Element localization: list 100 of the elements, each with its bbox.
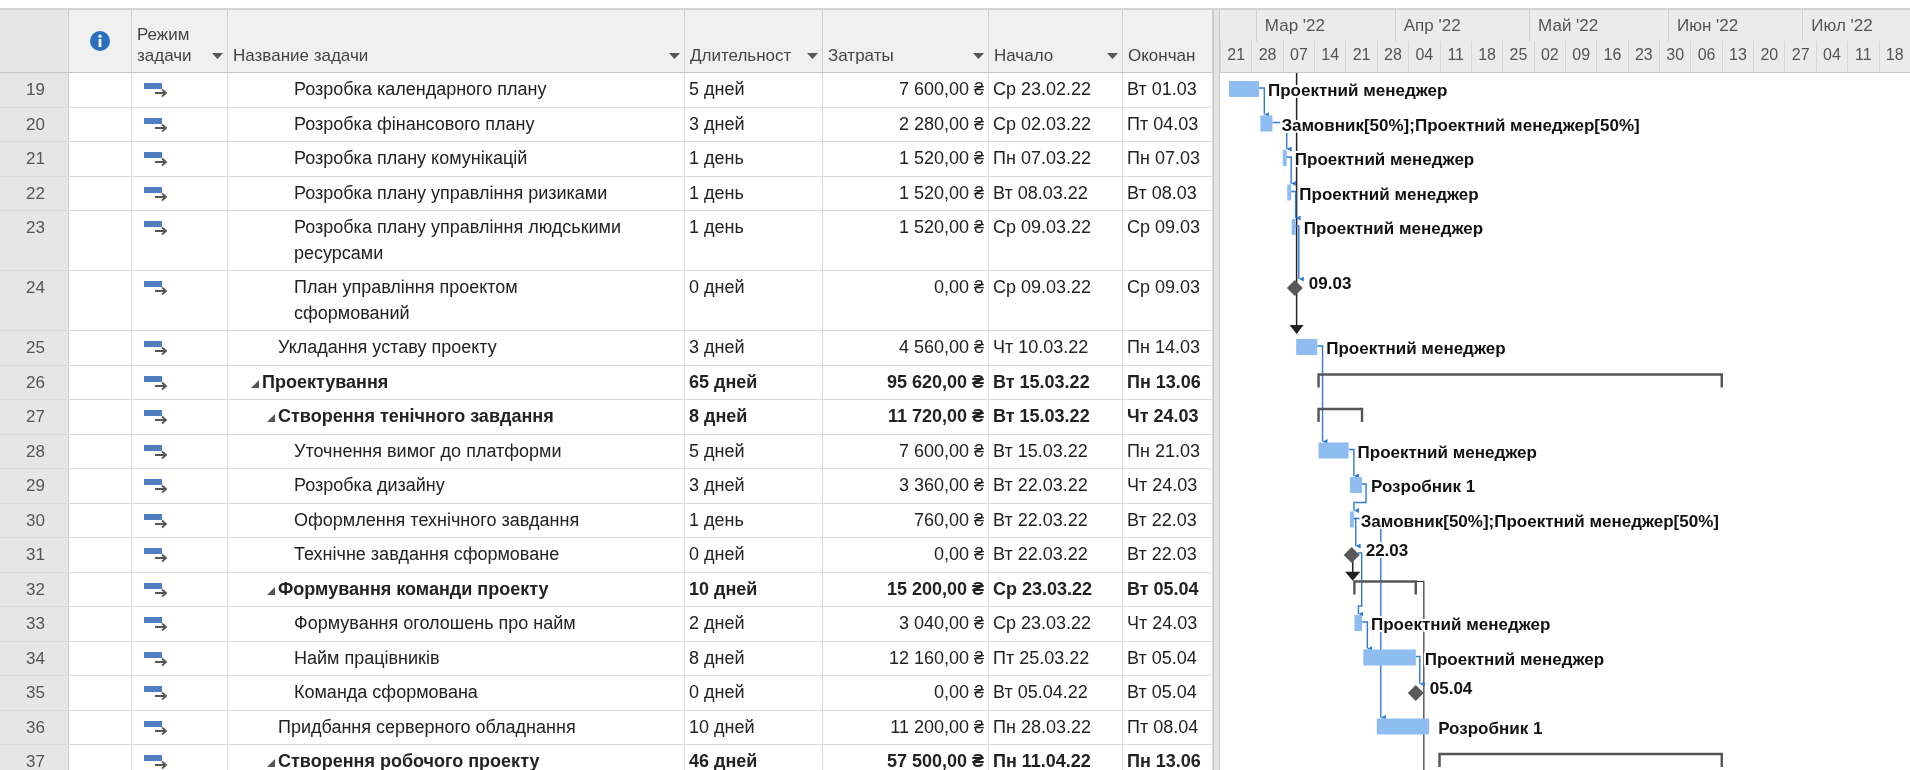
- start-date-cell: Пн 07.03.22: [989, 142, 1123, 176]
- start-date-cell: Ср 23.02.22: [989, 73, 1123, 107]
- timescale-week: 27: [1784, 41, 1816, 72]
- timescale-week: 07: [1282, 41, 1315, 72]
- task-bar[interactable]: [1349, 511, 1354, 528]
- cost-cell: 1 520,00 ₴: [823, 176, 989, 210]
- column-header[interactable]: Затраты: [823, 10, 989, 72]
- task-bar[interactable]: [1318, 442, 1349, 459]
- arrow-head-icon: [1289, 325, 1304, 334]
- summary-bar[interactable]: [1317, 373, 1723, 388]
- task-name: Створення робочого проекту: [278, 750, 540, 770]
- task-name: Розробка плану комунікацій: [294, 147, 528, 170]
- task-name: Оформлення технічного завдання: [294, 508, 580, 532]
- task-name: Найм працівників: [294, 646, 440, 670]
- duration-cell: 1 день: [685, 211, 823, 270]
- task-name: Технічне завдання сформоване: [294, 543, 560, 566]
- row-number: 26: [0, 365, 69, 399]
- timescale-week: 04: [1815, 41, 1848, 72]
- start-date-cell: Вт 22.03.22: [989, 538, 1123, 572]
- timescale-week: 06: [1690, 41, 1722, 72]
- start-date-cell: Пт 25.03.22: [989, 641, 1123, 675]
- task-name: Розробка плану управління людськими ресурсами: [294, 216, 622, 265]
- start-date-cell: Вт 05.04.22: [989, 676, 1123, 710]
- cost-cell: 1 520,00 ₴: [823, 211, 989, 270]
- milestone-diamond[interactable]: [1343, 547, 1360, 563]
- task-bar[interactable]: [1363, 649, 1416, 666]
- timescale-week: 04: [1408, 41, 1440, 72]
- row-number: 24: [0, 271, 69, 330]
- start-date-cell: Ср 23.03.22: [989, 572, 1123, 606]
- task-bar[interactable]: [1354, 615, 1362, 631]
- task-name: Придбання серверного обладнання: [278, 715, 576, 739]
- summary-bar[interactable]: [1438, 752, 1723, 767]
- column-header[interactable]: Название задачи: [228, 10, 685, 72]
- start-date-cell: Пн 11.04.22: [989, 745, 1123, 770]
- resource-label: Замовник[50%];Проектний менеджер[50%]: [1360, 511, 1719, 531]
- timescale-week: 28: [1251, 41, 1283, 72]
- duration-cell: 1 день: [685, 503, 823, 537]
- column-header[interactable]: Длительност: [685, 10, 823, 72]
- task-bar[interactable]: [1349, 477, 1362, 493]
- resource-label: Проектний менеджер: [1424, 649, 1605, 669]
- task-bar[interactable]: [1291, 219, 1296, 235]
- duration-cell: 3 дней: [685, 331, 823, 365]
- milestone-diamond[interactable]: [1286, 280, 1303, 296]
- summary-bar[interactable]: [1353, 580, 1417, 595]
- start-date-cell: Вт 15.03.22: [989, 400, 1123, 434]
- row-number: 36: [0, 710, 69, 744]
- task-bar[interactable]: [1282, 150, 1287, 166]
- pane-splitter[interactable]: [1213, 10, 1220, 770]
- resource-label: Проектний менеджер: [1299, 184, 1479, 204]
- task-name: Уточнення вимог до платформи: [294, 439, 562, 463]
- start-date-cell: Ср 23.03.22: [989, 607, 1123, 641]
- dependency-arrow: [1353, 483, 1367, 513]
- timescale-month: Мар '22: [1255, 10, 1395, 41]
- resource-label: Проектний менеджер: [1303, 219, 1484, 238]
- collapse-triangle-icon[interactable]: [265, 413, 276, 423]
- timescale-week: 11: [1439, 41, 1471, 72]
- task-name: Створення тенічного завдання: [278, 405, 554, 428]
- task-bar[interactable]: [1296, 339, 1318, 355]
- duration-cell: 5 дней: [685, 73, 823, 107]
- column-header[interactable]: Начало: [989, 10, 1123, 72]
- row-number: 32: [0, 572, 69, 606]
- dependency-arrow: [1258, 87, 1270, 117]
- timescale-week: 25: [1502, 41, 1534, 72]
- cost-cell: 760,00 ₴: [823, 503, 989, 537]
- task-name: Укладання уставу проекту: [278, 336, 497, 359]
- collapse-triangle-icon[interactable]: [265, 758, 276, 768]
- task-bar[interactable]: [1260, 115, 1273, 132]
- duration-cell: 1 день: [685, 176, 823, 210]
- duration-cell: 3 дней: [685, 107, 823, 141]
- collapse-triangle-icon[interactable]: [265, 585, 276, 596]
- task-name: Розробка дизайну: [294, 474, 445, 497]
- milestone-diamond[interactable]: [1407, 685, 1424, 701]
- row-number: 37: [0, 745, 69, 770]
- milestone-date-label: 05.04: [1429, 679, 1473, 698]
- task-name: Проектування: [262, 370, 389, 394]
- row-number: 25: [0, 331, 69, 365]
- row-number: 30: [0, 503, 69, 537]
- task-bar[interactable]: [1376, 718, 1430, 735]
- row-number: 31: [0, 538, 69, 572]
- row-number: 29: [0, 469, 69, 503]
- duration-cell: 8 дней: [685, 400, 823, 434]
- summary-bar[interactable]: [1317, 407, 1364, 422]
- timescale-week: 18: [1878, 41, 1910, 72]
- collapse-triangle-icon[interactable]: [249, 378, 260, 389]
- row-number: 28: [0, 434, 69, 468]
- duration-cell: 1 день: [685, 142, 823, 176]
- timescale-week: 23: [1627, 41, 1660, 72]
- task-bar[interactable]: [1287, 184, 1292, 201]
- cost-cell: 15 200,00 ₴: [823, 572, 989, 606]
- cost-cell: 7 600,00 ₴: [823, 73, 989, 107]
- timescale-week: 30: [1659, 41, 1691, 72]
- column-header[interactable]: Режим задачи: [132, 10, 228, 72]
- resource-label: Розробник 1: [1438, 718, 1543, 738]
- start-date-cell: Чт 10.03.22: [989, 331, 1123, 365]
- cost-cell: 0,00 ₴: [823, 676, 989, 710]
- task-bar[interactable]: [1228, 81, 1259, 97]
- row-number: 22: [0, 176, 69, 210]
- timescale-week: 02: [1533, 41, 1565, 72]
- duration-cell: 8 дней: [685, 641, 823, 675]
- timescale-month: Июл '22: [1802, 10, 1910, 41]
